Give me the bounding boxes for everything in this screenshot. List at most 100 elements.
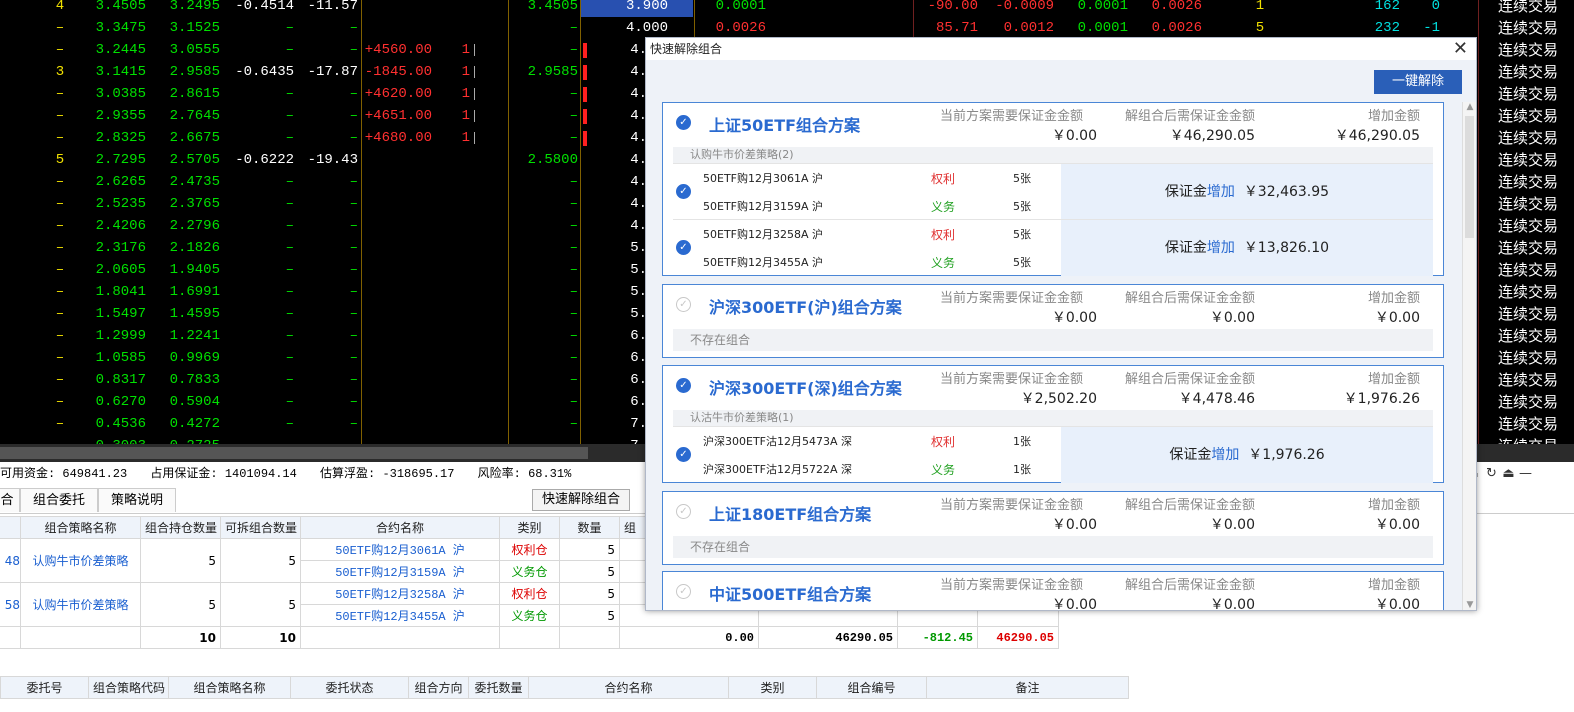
column-header[interactable]: 数量 xyxy=(559,516,620,539)
trade-status: 连续交易 xyxy=(1497,261,1558,279)
leg-quantity: 5 xyxy=(559,604,620,627)
put-price: 2.8615 xyxy=(169,86,220,102)
no-combination-text: 不存在组合 xyxy=(673,536,1433,558)
position-type: 权利仓 xyxy=(499,582,560,605)
combination-leg[interactable]: ✓ 50ETF购12月3258A 沪 权利 5张 50ETF购12月3455A 沪 义务 5… xyxy=(673,219,1433,276)
refresh-icon[interactable]: ↻ xyxy=(1483,466,1500,481)
column-header[interactable]: 委托号 xyxy=(0,676,89,699)
strike-price: 4.000 xyxy=(625,20,668,36)
plan-checkbox-icon[interactable]: ✓ xyxy=(676,584,691,599)
column-header[interactable]: 组合编号 xyxy=(816,676,927,699)
increase-value: ￥46,290.05 xyxy=(1334,128,1420,144)
column-header[interactable]: 合约名称 xyxy=(300,516,500,539)
change-percent: – xyxy=(349,394,358,410)
settle-price: – xyxy=(569,350,578,366)
combination-leg[interactable]: ✓ 50ETF购12月3061A 沪 权利 5张 50ETF购12月3159A 沪 义务 5… xyxy=(673,163,1433,220)
leg-contract: 50ETF购12月3455A 沪 xyxy=(703,256,824,269)
leg-role: 义务 xyxy=(931,463,956,477)
order-value xyxy=(364,413,432,435)
plan-checkbox-icon[interactable]: ✓ xyxy=(676,297,691,312)
column-header[interactable]: 组合持仓数量 xyxy=(140,516,221,539)
column-header[interactable]: 可拆组合数量 xyxy=(220,516,301,539)
change-percent: – xyxy=(349,306,358,322)
combination-plan: ✓ 沪深300ETF(深)组合方案 当前方案需要保证金金额 ￥2,502.20 解组合后… xyxy=(662,365,1444,483)
change: – xyxy=(285,350,294,366)
position-count: – xyxy=(55,394,65,410)
table-cell xyxy=(20,626,141,649)
column-header[interactable]: 类别 xyxy=(728,676,817,699)
after-margin-label: 解组合后需保证金金额 xyxy=(1124,372,1255,387)
change xyxy=(220,435,294,444)
order-value: -1845.00 xyxy=(364,64,432,80)
tab-combination-orders[interactable]: 组合委托 xyxy=(20,488,98,512)
column-header[interactable]: 组合策略代码 xyxy=(88,676,169,699)
leg-checkbox-icon[interactable]: ✓ xyxy=(676,447,691,462)
put-price: 1.4595 xyxy=(169,306,220,322)
one-click-unwind-button[interactable]: 一键解除 xyxy=(1374,70,1462,94)
put-open-interest: 162 xyxy=(1374,0,1400,14)
combination-plan: ✓ 沪深300ETF(沪)组合方案 当前方案需要保证金金额 ￥0.00 解组合后需保证金… xyxy=(662,284,1444,358)
change: – xyxy=(285,262,294,278)
order-count xyxy=(456,237,470,259)
column-header[interactable]: 组合方向 xyxy=(408,676,469,699)
order-count xyxy=(456,391,470,413)
dialog-scrollbar[interactable]: ▲ ▼ xyxy=(1462,102,1476,610)
change-percent: – xyxy=(349,196,358,212)
settle-price: 2.9585 xyxy=(527,64,578,80)
trade-status: 连续交易 xyxy=(1497,305,1558,323)
column-header[interactable]: 组合策略名称 xyxy=(20,516,141,539)
order-value: +4560.00 xyxy=(364,42,432,58)
quick-unwind-button[interactable]: 快速解除组合 xyxy=(532,489,630,511)
put-price: 2.7645 xyxy=(169,108,220,124)
put-price: 0.5904 xyxy=(169,394,220,410)
column-header[interactable]: 合约名称 xyxy=(528,676,729,699)
position-count: 4 xyxy=(55,0,65,14)
call-price: 2.7295 xyxy=(95,152,146,168)
plan-checkbox-icon[interactable]: ✓ xyxy=(676,378,691,393)
total-pnl: -812.45 xyxy=(897,626,978,649)
margin-amount: ￥32,463.95 xyxy=(1243,184,1330,200)
minimize-icon[interactable]: — xyxy=(1517,466,1534,481)
put-price: 3.1525 xyxy=(169,20,220,36)
change-percent: -17.87 xyxy=(307,64,358,80)
risk-rate: 风险率: 68.31% xyxy=(477,467,572,481)
call-price: 1.2999 xyxy=(95,328,146,344)
split-quantity: 5 xyxy=(220,582,301,627)
plan-checkbox-icon[interactable]: ✓ xyxy=(676,115,691,130)
call-price: 0.4536 xyxy=(95,416,146,432)
scroll-up-icon[interactable]: ▲ xyxy=(1463,102,1477,112)
column-header[interactable]: 备注 xyxy=(926,676,1129,699)
column-header[interactable]: 组合策略名称 xyxy=(168,676,291,699)
quote-row[interactable]: 4 3.4505 3.2495 -0.4514 -11.57 3.4505 3.900 0.0… xyxy=(0,0,1574,17)
eject-icon[interactable]: ⏏ xyxy=(1500,466,1517,481)
close-icon[interactable]: ✕ xyxy=(1453,38,1468,60)
put-price: 2.3765 xyxy=(169,196,220,212)
change: – xyxy=(285,20,294,36)
increase-tag: 增加 xyxy=(1211,447,1240,463)
scroll-down-icon[interactable]: ▼ xyxy=(1463,600,1477,610)
order-count xyxy=(456,303,470,325)
order-count xyxy=(456,325,470,347)
change-percent: – xyxy=(349,86,358,102)
tab-combination-positions[interactable]: 合 xyxy=(0,488,20,512)
combination-leg[interactable]: ✓ 沪深300ETF沽12月5473A 深权利 1张 沪深300ETF沽12月5722… xyxy=(673,426,1433,483)
quote-row[interactable]: – 3.3475 3.1525 – – – 4.000 0.0026 85.71 0.0012 0.… xyxy=(0,17,1574,39)
plan-checkbox-icon[interactable]: ✓ xyxy=(676,504,691,519)
column-header[interactable]: 类别 xyxy=(499,516,560,539)
scrollbar-thumb[interactable] xyxy=(1465,116,1474,238)
board-scrollbar-thumb[interactable] xyxy=(0,447,588,459)
order-marker xyxy=(583,87,587,102)
after-margin-label: 解组合后需保证金金额 xyxy=(1124,291,1255,306)
column-header[interactable]: 委托状态 xyxy=(290,676,409,699)
plan-title: 沪深300ETF(沪)组合方案 xyxy=(709,298,902,317)
put-price: 2.9585 xyxy=(169,64,220,80)
position-type: 义务仓 xyxy=(499,560,560,583)
leg-checkbox-icon[interactable]: ✓ xyxy=(676,240,691,255)
leg-checkbox-icon[interactable]: ✓ xyxy=(676,184,691,199)
margin-used: 占用保证金: 1401094.14 xyxy=(150,467,297,481)
settle-price: – xyxy=(569,196,578,212)
position-count: – xyxy=(55,218,65,234)
column-header[interactable]: 委托数量 xyxy=(468,676,529,699)
tab-strategy-description[interactable]: 策略说明 xyxy=(98,488,176,512)
order-count xyxy=(456,259,470,281)
